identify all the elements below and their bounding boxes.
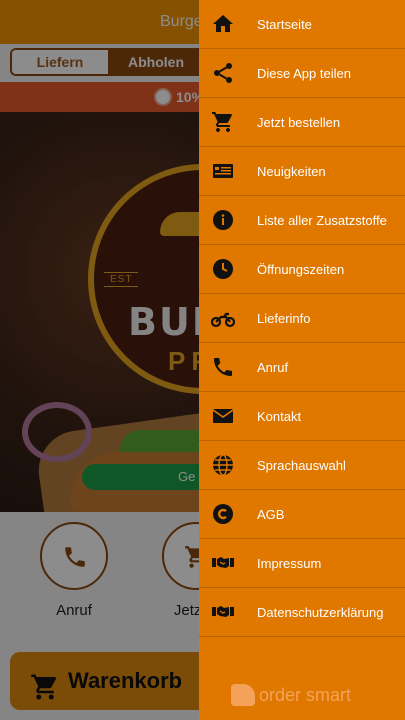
navigation-drawer: Startseite Diese App teilen Jetzt bestel…: [199, 0, 405, 720]
menu-item-label: Impressum: [257, 555, 322, 571]
clock-icon: [211, 257, 235, 281]
menu-item-label: AGB: [257, 506, 285, 522]
menu-item-label: Anruf: [257, 359, 289, 375]
brand-logo: order smart: [231, 683, 351, 707]
menu-item-label: Sprachauswahl: [257, 457, 346, 473]
phone-icon: [211, 355, 235, 379]
copyright-icon: [211, 502, 235, 526]
home-icon: [211, 12, 235, 36]
menu-item-imprint[interactable]: Impressum: [199, 539, 405, 588]
order-smart-logo-icon: [231, 684, 255, 706]
menu-item-contact[interactable]: Kontakt: [199, 392, 405, 441]
menu-item-terms[interactable]: AGB: [199, 490, 405, 539]
menu-item-label: Jetzt bestellen: [257, 114, 341, 130]
menu-item-label: Kontakt: [257, 408, 302, 424]
handshake-icon: [211, 600, 235, 624]
cart-icon: [211, 110, 235, 134]
info-icon: [211, 208, 235, 232]
globe-icon: [211, 453, 235, 477]
menu-item-opening-hours[interactable]: Öffnungszeiten: [199, 245, 405, 294]
news-icon: [211, 159, 235, 183]
menu-item-share[interactable]: Diese App teilen: [199, 49, 405, 98]
menu-item-home[interactable]: Startseite: [199, 0, 405, 49]
menu-item-language[interactable]: Sprachauswahl: [199, 441, 405, 490]
menu-item-delivery-info[interactable]: Lieferinfo: [199, 294, 405, 343]
menu-item-label: Neuigkeiten: [257, 163, 326, 179]
share-icon: [211, 61, 235, 85]
mail-icon: [211, 404, 235, 428]
menu-item-label: Lieferinfo: [257, 310, 311, 326]
menu-item-additives[interactable]: Liste aller Zusatzstoffe: [199, 196, 405, 245]
menu-item-call[interactable]: Anruf: [199, 343, 405, 392]
motorcycle-icon: [211, 306, 235, 330]
menu-item-label: Diese App teilen: [257, 65, 351, 81]
menu-item-label: Liste aller Zusatzstoffe: [257, 212, 387, 228]
menu-item-privacy[interactable]: Datenschutzerklärung: [199, 588, 405, 637]
menu-item-label: Startseite: [257, 16, 312, 32]
brand-wordmark: order smart: [259, 684, 352, 705]
menu-item-order[interactable]: Jetzt bestellen: [199, 98, 405, 147]
menu-item-label: Öffnungszeiten: [257, 261, 345, 277]
menu-item-label: Datenschutzerklärung: [257, 604, 384, 620]
handshake-icon: [211, 551, 235, 575]
menu-item-news[interactable]: Neuigkeiten: [199, 147, 405, 196]
